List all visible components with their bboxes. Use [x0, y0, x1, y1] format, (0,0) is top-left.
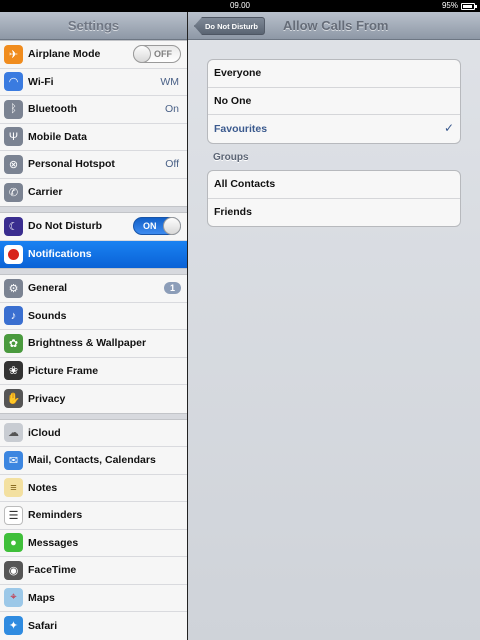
sidebar-item-label: Sounds — [28, 309, 67, 322]
sidebar-item-label: Mail, Contacts, Calendars — [28, 454, 156, 467]
messages-icon: ● — [4, 533, 23, 553]
sidebar-item-general[interactable]: ⚙ General 1 — [0, 275, 187, 303]
sidebar-item-label: Do Not Disturb — [28, 220, 103, 233]
settings-group-focus: ☾ Do Not Disturb ON Notifications — [0, 212, 187, 269]
groups-options: All Contacts Friends — [207, 170, 461, 227]
wifi-value: WM — [160, 75, 179, 88]
settings-group-connectivity: ✈ Airplane Mode OFF ◠ Wi-Fi WM ᛒ Bluetoo… — [0, 40, 187, 207]
group-label: Friends — [214, 206, 252, 219]
sidebar-item-notes[interactable]: ≡ Notes — [0, 475, 187, 502]
detail-pane: Do Not Disturb Allow Calls From Everyone… — [188, 12, 480, 640]
option-everyone[interactable]: Everyone — [208, 60, 460, 88]
sidebar-item-brightness-wallpaper[interactable]: ✿ Brightness & Wallpaper — [0, 330, 187, 358]
group-friends[interactable]: Friends — [208, 199, 460, 227]
group-label: All Contacts — [214, 178, 276, 191]
cloud-icon: ☁ — [4, 423, 23, 443]
hotspot-value: Off — [165, 158, 179, 171]
speaker-icon: ♪ — [4, 306, 23, 326]
settings-group-device: ⚙ General 1 ♪ Sounds ✿ Brightness & Wall… — [0, 274, 187, 414]
safari-icon: ✦ — [4, 616, 23, 636]
sidebar-item-notifications[interactable]: Notifications — [0, 240, 187, 268]
sidebar-item-label: Maps — [28, 591, 55, 604]
option-no-one[interactable]: No One — [208, 88, 460, 115]
sidebar-item-label: iCloud — [28, 426, 61, 439]
option-favourites[interactable]: Favourites ✓ — [208, 115, 460, 143]
gear-icon: ⚙ — [4, 278, 23, 298]
bluetooth-value: On — [164, 103, 179, 116]
sidebar-item-carrier[interactable]: ✆ Carrier — [0, 179, 187, 207]
hand-icon: ✋ — [4, 389, 23, 409]
wifi-icon: ◠ — [4, 72, 23, 92]
sidebar-item-maps[interactable]: ⌖ Maps — [0, 585, 187, 612]
checkmark-icon: ✓ — [443, 121, 454, 135]
sidebar-item-mobile-data[interactable]: Ψ Mobile Data — [0, 124, 187, 151]
airplane-icon: ✈ — [4, 44, 23, 64]
sidebar-item-label: Picture Frame — [28, 364, 99, 377]
mail-icon: ✉ — [4, 450, 23, 470]
sidebar-title: Settings — [67, 18, 120, 33]
sidebar-item-bluetooth[interactable]: ᛒ Bluetooth On — [0, 96, 187, 124]
sidebar-item-label: Messages — [28, 536, 79, 549]
sidebar-item-sounds[interactable]: ♪ Sounds — [0, 303, 187, 330]
sidebar-item-label: Brightness & Wallpaper — [28, 337, 147, 350]
sidebar-item-label: Wi-Fi — [28, 75, 54, 88]
allow-calls-options: Everyone No One Favourites ✓ — [207, 59, 461, 144]
back-button[interactable]: Do Not Disturb — [194, 17, 265, 35]
flower-icon: ✿ — [4, 333, 23, 353]
sidebar-item-label: Reminders — [28, 509, 83, 522]
detail-nav-bar: Do Not Disturb Allow Calls From — [188, 12, 480, 40]
bluetooth-icon: ᛒ — [4, 99, 23, 119]
group-all-contacts[interactable]: All Contacts — [208, 171, 460, 199]
sidebar-item-icloud[interactable]: ☁ iCloud — [0, 420, 187, 447]
sidebar-item-airplane-mode[interactable]: ✈ Airplane Mode OFF — [0, 41, 187, 69]
antenna-icon: Ψ — [4, 127, 23, 147]
sidebar-item-label: General — [28, 282, 68, 295]
battery-percent: 95% — [441, 1, 458, 10]
sidebar-item-wifi[interactable]: ◠ Wi-Fi WM — [0, 69, 187, 96]
sidebar-item-label: Carrier — [28, 186, 63, 199]
groups-section-header: Groups — [213, 152, 249, 163]
settings-group-apps: ☁ iCloud ✉ Mail, Contacts, Calendars ≡ N… — [0, 418, 187, 640]
sidebar-item-label: FaceTime — [28, 564, 77, 577]
sidebar-item-label: Safari — [28, 619, 58, 632]
maps-icon: ⌖ — [4, 588, 23, 608]
sidebar-item-picture-frame[interactable]: ❀ Picture Frame — [0, 358, 187, 385]
airplane-mode-toggle[interactable]: OFF — [133, 45, 181, 64]
sidebar-nav-bar: Settings — [0, 12, 187, 40]
page-title: Allow Calls From — [283, 18, 389, 33]
option-label: No One — [214, 94, 252, 107]
sidebar-item-label: Airplane Mode — [28, 48, 101, 61]
phone-icon: ✆ — [4, 182, 23, 202]
hotspot-icon: ⊗ — [4, 154, 23, 174]
sidebar-item-label: Privacy — [28, 392, 66, 405]
sidebar-item-reminders[interactable]: ☰ Reminders — [0, 502, 187, 530]
battery-icon — [461, 3, 477, 10]
sidebar-item-label: Notes — [28, 481, 58, 494]
sidebar-item-messages[interactable]: ● Messages — [0, 530, 187, 557]
status-bar: 09.00 95% — [0, 0, 480, 12]
sidebar-item-safari[interactable]: ✦ Safari — [0, 612, 187, 640]
sidebar-item-facetime[interactable]: ◉ FaceTime — [0, 557, 187, 585]
settings-sidebar: Settings ✈ Airplane Mode OFF ◠ Wi-Fi WM … — [0, 12, 187, 640]
moon-icon: ☾ — [4, 216, 23, 236]
picture-frame-icon: ❀ — [4, 361, 23, 381]
option-label: Everyone — [214, 67, 262, 80]
sidebar-item-do-not-disturb[interactable]: ☾ Do Not Disturb ON — [0, 213, 187, 241]
sidebar-item-privacy[interactable]: ✋ Privacy — [0, 385, 187, 413]
option-label: Favourites — [214, 122, 268, 135]
sidebar-item-label: Notifications — [28, 248, 92, 261]
sidebar-item-label: Mobile Data — [28, 130, 87, 143]
sidebar-item-mail-contacts-calendars[interactable]: ✉ Mail, Contacts, Calendars — [0, 447, 187, 475]
notes-icon: ≡ — [4, 478, 23, 498]
reminders-icon: ☰ — [4, 505, 23, 525]
status-time: 09.00 — [229, 1, 251, 10]
sidebar-item-label: Personal Hotspot — [28, 158, 115, 171]
facetime-icon: ◉ — [4, 560, 23, 580]
notifications-icon — [4, 244, 23, 264]
sidebar-item-personal-hotspot[interactable]: ⊗ Personal Hotspot Off — [0, 151, 187, 179]
general-badge: 1 — [163, 282, 181, 295]
do-not-disturb-toggle[interactable]: ON — [133, 217, 181, 236]
sidebar-item-label: Bluetooth — [28, 103, 77, 116]
